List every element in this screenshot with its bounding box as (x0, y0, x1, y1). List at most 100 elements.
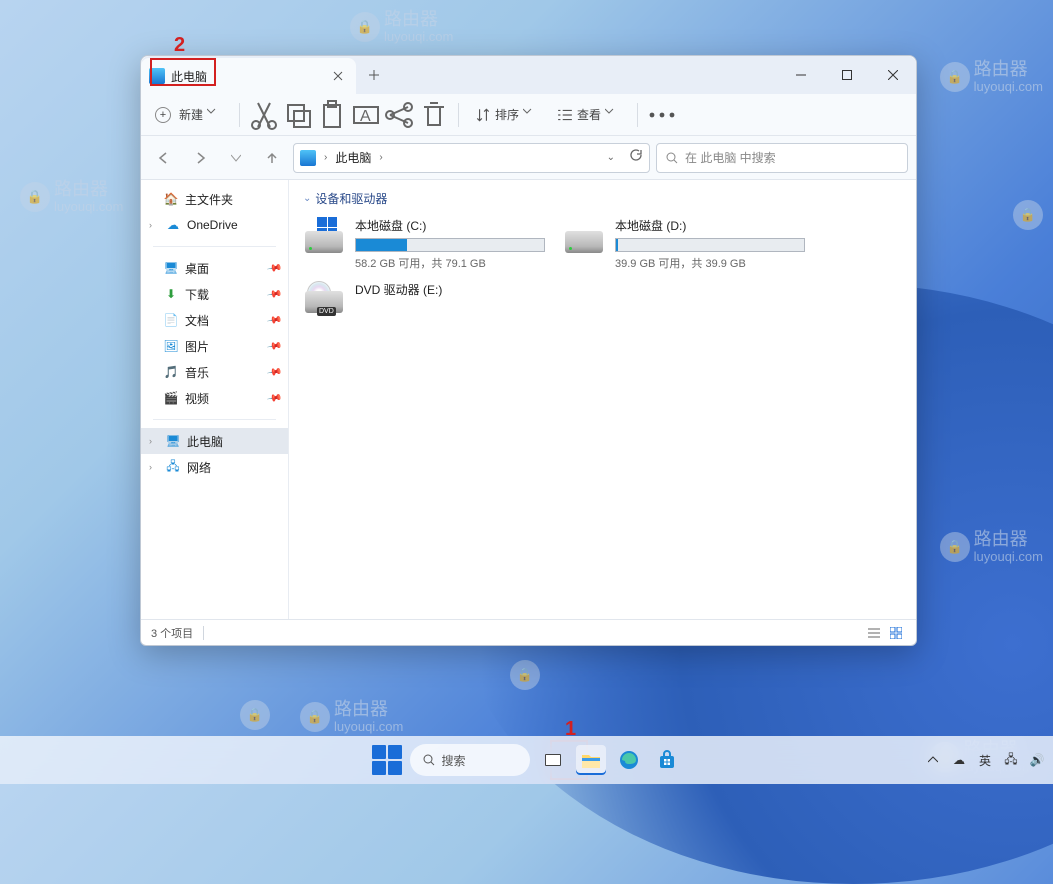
delete-button[interactable] (418, 100, 450, 130)
search-icon (665, 151, 679, 165)
titlebar: 此电脑 (141, 56, 916, 94)
chevron-right-icon: › (324, 152, 327, 163)
lock-icon: 🔒 (940, 532, 970, 562)
cloud-icon: ☁ (165, 217, 181, 233)
chevron-up-icon[interactable] (925, 752, 941, 768)
plus-icon: + (155, 107, 171, 123)
taskbar-icon-store[interactable] (652, 745, 682, 775)
lock-icon: 🔒 (940, 62, 970, 92)
taskbar-icon-explorer[interactable] (576, 745, 606, 775)
group-header[interactable]: ⌄ 设备和驱动器 (303, 190, 902, 207)
taskbar-icon-edge[interactable] (614, 745, 644, 775)
status-count: 3 个项目 (151, 625, 193, 641)
chevron-right-icon: › (149, 462, 159, 472)
paste-button[interactable] (316, 100, 348, 130)
new-button[interactable]: + 新建 (147, 100, 231, 130)
file-explorer-window: 此电脑 + 新建 A 排序 (140, 55, 917, 646)
cut-button[interactable] (248, 100, 280, 130)
pin-icon: 📌 (266, 312, 283, 328)
video-icon: 🎬 (163, 390, 179, 406)
maximize-button[interactable] (824, 56, 870, 94)
sidebar-item-network[interactable]: › 🖧 网络 (141, 454, 288, 480)
new-tab-button[interactable] (356, 56, 392, 94)
details-view-button[interactable] (864, 624, 884, 642)
search-icon (422, 753, 436, 767)
picture-icon: 🖼 (163, 338, 179, 354)
home-icon: 🏠 (163, 191, 179, 207)
sidebar-item-thispc[interactable]: › 🖥 此电脑 (141, 428, 288, 454)
lock-icon: 🔒 (1013, 200, 1043, 230)
sidebar-item-documents[interactable]: 📄 文档 📌 (141, 307, 288, 333)
desktop-icon: 🖥 (163, 260, 179, 276)
sidebar: 🏠 主文件夹 › ☁ OneDrive 🖥 桌面 📌 ⬇ 下载 📌 📄 (141, 180, 289, 619)
chevron-right-icon: › (379, 152, 382, 163)
drive-stat: 58.2 GB 可用，共 79.1 GB (355, 255, 551, 271)
statusbar: 3 个项目 (141, 619, 916, 645)
search-input[interactable]: 在 此电脑 中搜索 (656, 143, 908, 173)
ime-icon[interactable]: 英 (977, 752, 993, 768)
sidebar-item-downloads[interactable]: ⬇ 下载 📌 (141, 281, 288, 307)
network-icon: 🖧 (165, 459, 181, 475)
sort-button[interactable]: 排序 (467, 100, 547, 130)
sidebar-item-desktop[interactable]: 🖥 桌面 📌 (141, 255, 288, 281)
drive-usage-bar (615, 238, 805, 252)
volume-tray-icon[interactable]: 🔊 (1029, 752, 1045, 768)
drive-dvd[interactable]: DVD DVD 驱动器 (E:) (303, 279, 553, 335)
recent-dropdown[interactable] (221, 143, 251, 173)
chevron-down-icon: ⌄ (303, 193, 311, 204)
tiles-view-button[interactable] (886, 624, 906, 642)
lock-icon: 🔒 (20, 182, 50, 212)
svg-text:A: A (360, 108, 371, 125)
annotation-2: 2 (174, 34, 185, 57)
sidebar-item-music[interactable]: 🎵 音乐 📌 (141, 359, 288, 385)
chevron-down-icon[interactable]: ⌄ (607, 152, 615, 163)
address-bar[interactable]: › 此电脑 › ⌄ (293, 143, 650, 173)
address-bar-row: › 此电脑 › ⌄ 在 此电脑 中搜索 (141, 136, 916, 180)
dvd-icon: DVD (305, 281, 345, 325)
sidebar-item-onedrive[interactable]: › ☁ OneDrive (141, 212, 288, 238)
drive-name: 本地磁盘 (D:) (615, 217, 811, 234)
pin-icon: 📌 (266, 390, 283, 406)
sidebar-item-home[interactable]: 🏠 主文件夹 (141, 186, 288, 212)
document-icon: 📄 (163, 312, 179, 328)
refresh-button[interactable] (629, 148, 643, 167)
lock-icon: 🔒 (300, 702, 330, 732)
forward-button[interactable] (185, 143, 215, 173)
pin-icon: 📌 (266, 286, 283, 302)
drive-name: DVD 驱动器 (E:) (355, 281, 551, 298)
copy-button[interactable] (282, 100, 314, 130)
sidebar-item-videos[interactable]: 🎬 视频 📌 (141, 385, 288, 411)
start-button[interactable] (372, 745, 402, 775)
address-text: 此电脑 (335, 149, 371, 166)
content-pane: ⌄ 设备和驱动器 本地磁盘 (C:) 58.2 GB 可用，共 79.1 GB (289, 180, 916, 619)
drive-d[interactable]: 本地磁盘 (D:) 39.9 GB 可用，共 39.9 GB (563, 215, 813, 271)
pin-icon: 📌 (266, 338, 283, 354)
minimize-button[interactable] (778, 56, 824, 94)
lock-icon: 🔒 (240, 700, 270, 730)
close-button[interactable] (870, 56, 916, 94)
drive-name: 本地磁盘 (C:) (355, 217, 551, 234)
network-tray-icon[interactable]: 🖧 (1003, 752, 1019, 768)
more-button[interactable] (646, 100, 678, 130)
drive-stat: 39.9 GB 可用，共 39.9 GB (615, 255, 811, 271)
view-button[interactable]: 查看 (549, 100, 629, 130)
back-button[interactable] (149, 143, 179, 173)
lock-icon: 🔒 (510, 660, 540, 690)
up-button[interactable] (257, 143, 287, 173)
pc-icon: 🖥 (165, 433, 181, 449)
taskbar-search[interactable]: 搜索 (410, 744, 530, 776)
task-view-button[interactable] (538, 745, 568, 775)
share-button[interactable] (384, 100, 416, 130)
chevron-right-icon: › (149, 436, 159, 446)
rename-button[interactable]: A (350, 100, 382, 130)
system-tray: ☁ 英 🖧 🔊 (925, 736, 1045, 784)
close-tab-button[interactable] (328, 66, 348, 86)
onedrive-tray-icon[interactable]: ☁ (951, 752, 967, 768)
toolbar: + 新建 A 排序 查看 (141, 94, 916, 136)
sidebar-item-pictures[interactable]: 🖼 图片 📌 (141, 333, 288, 359)
music-icon: 🎵 (163, 364, 179, 380)
annotation-box-2 (150, 58, 216, 86)
drive-c[interactable]: 本地磁盘 (C:) 58.2 GB 可用，共 79.1 GB (303, 215, 553, 271)
taskbar: 搜索 ☁ 英 🖧 🔊 (0, 736, 1053, 784)
pin-icon: 📌 (266, 260, 283, 276)
